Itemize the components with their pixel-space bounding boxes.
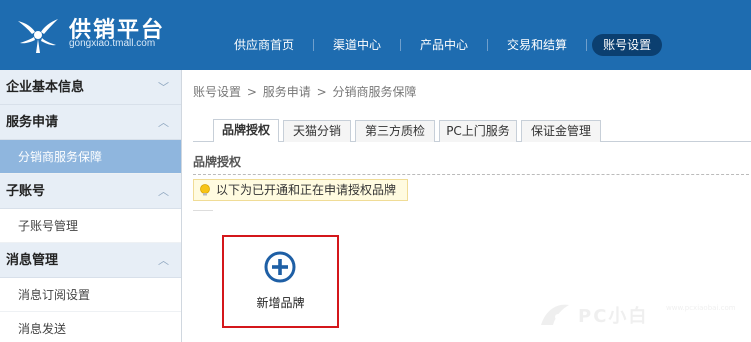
chevron-up-icon: ︿ [158, 116, 169, 129]
chevron-up-icon: ︿ [158, 254, 169, 267]
sidebar-section-label: 子账号 [6, 184, 46, 199]
top-header: 供销平台 gongxiao.tmall.com 供应商首页 渠道中心 产品中心 … [0, 0, 751, 70]
sidebar: 企业基本信息 ﹀ 服务申请 ︿ 分销商服务保障 子账号 ︿ 子账号管理 消息管理… [0, 70, 182, 342]
section-title: 品牌授权 [193, 155, 242, 169]
watermark-text: PC小白 [578, 306, 649, 327]
add-brand-button[interactable]: 新增品牌 [222, 235, 339, 328]
brand-subtitle: gongxiao.tmall.com [69, 38, 156, 49]
sidebar-section-label: 消息管理 [6, 253, 59, 268]
logo-mark-icon [18, 19, 58, 53]
sidebar-section-service-apply[interactable]: 服务申请 ︿ [0, 105, 181, 140]
nav-account-settings[interactable]: 账号设置 [592, 34, 663, 56]
nav-channel-center[interactable]: 渠道中心 [319, 34, 395, 56]
nav-trade-settlement[interactable]: 交易和结算 [493, 34, 581, 56]
notice-bar: 以下为已开通和正在申请授权品牌 [193, 179, 408, 201]
sidebar-item-message-subscription[interactable]: 消息订阅设置 [0, 278, 181, 312]
tab-deposit-management[interactable]: 保证金管理 [521, 120, 601, 142]
nav-divider [586, 39, 588, 51]
nav-product-center[interactable]: 产品中心 [406, 34, 482, 56]
sidebar-item-sub-account-manage[interactable]: 子账号管理 [0, 209, 181, 243]
nav-divider [313, 39, 315, 51]
nav-divider [487, 39, 489, 51]
breadcrumb-service-apply[interactable]: 服务申请 [263, 85, 311, 99]
divider [193, 174, 749, 175]
plus-circle-icon [264, 251, 296, 283]
tab-bar: 品牌授权 天猫分销 第三方质检 PC上门服务 保证金管理 [193, 118, 751, 142]
sidebar-section-company-info[interactable]: 企业基本信息 ﹀ [0, 70, 181, 105]
watermark: PC小白 www.pcxiaobai.com [538, 297, 743, 333]
tab-brand-authorization[interactable]: 品牌授权 [213, 119, 279, 142]
breadcrumb: 账号设置 > 服务申请 > 分销商服务保障 [193, 83, 418, 100]
chevron-down-icon: ﹀ [158, 81, 169, 94]
sidebar-section-label: 服务申请 [6, 115, 59, 130]
add-brand-label: 新增品牌 [256, 296, 305, 310]
sidebar-section-message-manage[interactable]: 消息管理 ︿ [0, 243, 181, 278]
breadcrumb-separator: > [316, 85, 327, 99]
lightbulb-icon [200, 184, 210, 196]
divider [193, 210, 213, 211]
watermark-logo-icon [541, 304, 569, 325]
notice-text: 以下为已开通和正在申请授权品牌 [216, 183, 397, 197]
tab-pc-onsite-service[interactable]: PC上门服务 [439, 120, 517, 142]
chevron-up-icon: ︿ [158, 185, 169, 198]
sidebar-item-message-send[interactable]: 消息发送 [0, 312, 181, 342]
nav-divider [400, 39, 402, 51]
brand-logo[interactable]: 供销平台 gongxiao.tmall.com [14, 10, 174, 60]
watermark-url: www.pcxiaobai.com [666, 304, 736, 312]
sidebar-section-label: 企业基本信息 [6, 80, 85, 95]
tab-tmall-distribution[interactable]: 天猫分销 [283, 120, 351, 142]
breadcrumb-separator: > [246, 85, 257, 99]
breadcrumb-account-settings[interactable]: 账号设置 [193, 85, 241, 99]
sidebar-item-distributor-guarantee[interactable]: 分销商服务保障 [0, 140, 181, 174]
nav-supplier-home[interactable]: 供应商首页 [220, 34, 308, 56]
breadcrumb-current: 分销商服务保障 [332, 85, 417, 99]
sidebar-section-sub-account[interactable]: 子账号 ︿ [0, 174, 181, 209]
main-nav: 供应商首页 渠道中心 产品中心 交易和结算 账号设置 [220, 33, 663, 57]
tab-third-party-inspection[interactable]: 第三方质检 [355, 120, 435, 142]
